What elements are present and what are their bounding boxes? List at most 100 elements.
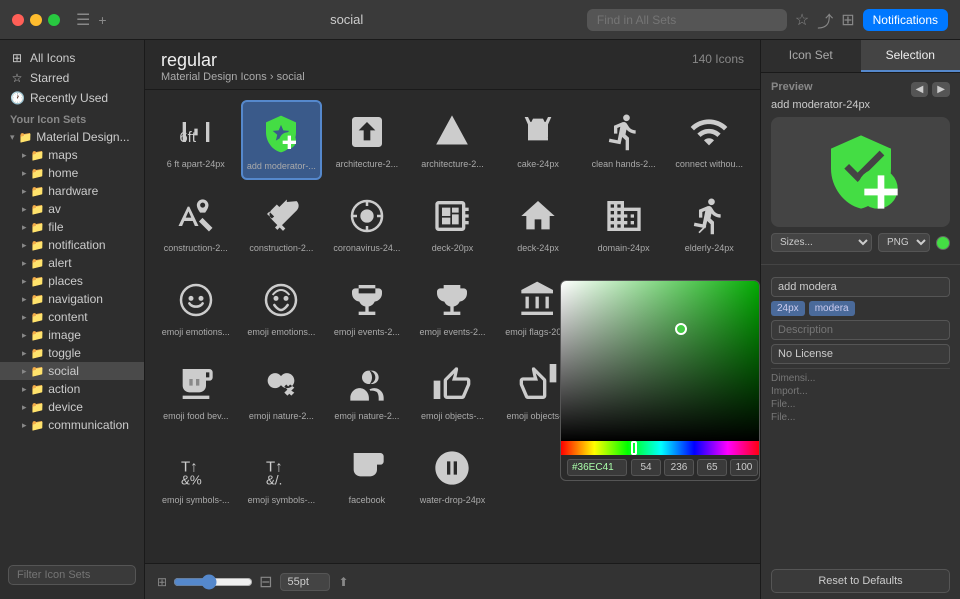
minimize-button[interactable] <box>30 14 42 26</box>
list-item[interactable]: deck-24px <box>497 184 579 264</box>
sidebar-folder-hardware[interactable]: ▸ 📁 hardware <box>0 182 144 200</box>
folder-icon: 📁 <box>31 221 45 234</box>
red-input[interactable] <box>631 459 661 476</box>
sidebar-folder-notification[interactable]: ▸ 📁 notification <box>0 236 144 254</box>
titlebar-right: ☆ ⤴ ⊞ Notifications <box>795 8 948 32</box>
tab-icon-set[interactable]: Icon Set <box>761 40 861 72</box>
list-item[interactable]: facebook <box>326 436 408 516</box>
maximize-button[interactable] <box>48 14 60 26</box>
sidebar-folder-file[interactable]: ▸ 📁 file <box>0 218 144 236</box>
list-item[interactable]: emoji nature-2... <box>241 352 323 432</box>
folder-label-content: content <box>48 310 87 324</box>
alpha-input[interactable] <box>730 459 758 476</box>
sizes-select[interactable]: Sizes... <box>771 233 872 252</box>
list-item[interactable]: construction-2... <box>241 184 323 264</box>
sidebar-folder-social[interactable]: ▸ 📁 social <box>0 362 144 380</box>
sidebar-folder-av[interactable]: ▸ 📁 av <box>0 200 144 218</box>
sidebar-folder-communication[interactable]: ▸ 📁 communication <box>0 416 144 434</box>
preview-next-btn[interactable]: ▶ <box>932 82 950 97</box>
chevron-right-icon: ▸ <box>22 402 27 413</box>
filter-icon-sets-input[interactable] <box>8 565 136 585</box>
sidebar-folder-action[interactable]: ▸ 📁 action <box>0 380 144 398</box>
list-item[interactable]: 6ft 6 ft apart-24px <box>155 100 237 180</box>
list-item[interactable]: architecture-2... <box>412 100 494 180</box>
tab-selection[interactable]: Selection <box>861 40 960 72</box>
sidebar-item-starred[interactable]: ☆ Starred <box>0 68 144 88</box>
sidebar-folder-toggle[interactable]: ▸ 📁 toggle <box>0 344 144 362</box>
hex-input[interactable] <box>567 459 627 476</box>
folder-icon: 📁 <box>31 149 45 162</box>
list-item[interactable]: emoji objects-... <box>412 352 494 432</box>
plus-icon[interactable]: + <box>98 12 106 28</box>
sidebar-folder-places[interactable]: ▸ 📁 places <box>0 272 144 290</box>
sidebar-folder-maps[interactable]: ▸ 📁 maps <box>0 146 144 164</box>
list-item[interactable]: coronavirus-24... <box>326 184 408 264</box>
list-item[interactable]: construction-2... <box>155 184 237 264</box>
sidebar-label-recently-used: Recently Used <box>30 91 108 105</box>
size-up-icon[interactable]: ⬆ <box>338 575 348 589</box>
icon-name-input[interactable] <box>771 277 950 297</box>
sidebar-folder-content[interactable]: ▸ 📁 content <box>0 308 144 326</box>
sidebar-folder-material-design[interactable]: ▾ 📁 Material Design... <box>0 128 144 146</box>
sidebar-folder-image[interactable]: ▸ 📁 image <box>0 326 144 344</box>
sidebar-label-all-icons: All Icons <box>30 51 75 65</box>
description-input[interactable] <box>771 320 950 340</box>
svg-text:&/.: &/. <box>266 473 282 488</box>
close-button[interactable] <box>12 14 24 26</box>
list-item[interactable]: emoji emotions... <box>241 268 323 348</box>
icon-preview <box>343 444 391 492</box>
sidebar-folder-home[interactable]: ▸ 📁 home <box>0 164 144 182</box>
format-select[interactable]: PNG SVG <box>878 233 930 252</box>
reset-defaults-button[interactable]: Reset to Defaults <box>771 569 950 593</box>
breadcrumb-social: social <box>277 71 305 83</box>
global-search-input[interactable] <box>587 9 787 31</box>
titlebar: ☰ + social ☆ ⤴ ⊞ Notifications <box>0 0 960 40</box>
share-icon[interactable]: ⤴ <box>817 8 833 32</box>
list-item[interactable]: water-drop-24px <box>412 436 494 516</box>
folder-label-toggle: toggle <box>48 346 81 360</box>
list-item[interactable]: clean hands-2... <box>583 100 665 180</box>
license-button[interactable]: No License <box>771 344 950 364</box>
color-canvas[interactable] <box>561 281 760 441</box>
sidebar-folder-alert[interactable]: ▸ 📁 alert <box>0 254 144 272</box>
grid-size-slider[interactable] <box>173 574 253 590</box>
sidebar-item-recently-used[interactable]: 🕐 Recently Used <box>0 88 144 108</box>
sidebar-folder-device[interactable]: ▸ 📁 device <box>0 398 144 416</box>
icon-label: emoji nature-2... <box>334 411 399 422</box>
file1-label: File... <box>771 399 841 410</box>
list-item[interactable]: domain-24px <box>583 184 665 264</box>
layout-icon[interactable]: ⊞ <box>841 10 854 30</box>
list-item[interactable]: elderly-24px <box>668 184 750 264</box>
blue-input[interactable] <box>697 459 727 476</box>
list-item[interactable]: emoji events-2... <box>412 268 494 348</box>
list-item[interactable]: emoji emotions... <box>155 268 237 348</box>
green-input[interactable] <box>664 459 694 476</box>
list-item[interactable]: emoji events-2... <box>326 268 408 348</box>
list-item[interactable]: cake-24px <box>497 100 579 180</box>
icon-preview <box>685 192 733 240</box>
icon-preview <box>428 360 476 408</box>
list-item[interactable]: emoji food bev... <box>155 352 237 432</box>
size-pt-input[interactable] <box>280 573 330 591</box>
sidebar-toggle[interactable]: ☰ <box>76 10 90 30</box>
hue-bar[interactable] <box>561 441 760 455</box>
notifications-button[interactable]: Notifications <box>863 9 948 31</box>
preview-prev-btn[interactable]: ◀ <box>911 82 929 97</box>
sidebar-folder-navigation[interactable]: ▸ 📁 navigation <box>0 290 144 308</box>
color-swatch[interactable] <box>936 236 950 250</box>
list-item[interactable]: T↑ &/. emoji symbols-... <box>241 436 323 516</box>
sidebar-item-all-icons[interactable]: ⊞ All Icons <box>0 48 144 68</box>
icon-preview: 6ft <box>172 108 220 156</box>
list-item[interactable]: connect withou... <box>668 100 750 180</box>
list-item[interactable]: T↑ &% emoji symbols-... <box>155 436 237 516</box>
list-item[interactable]: emoji nature-2... <box>326 352 408 432</box>
icon-label: domain-24px <box>598 243 650 254</box>
icon-preview <box>514 108 562 156</box>
list-item[interactable]: add moderator-... <box>241 100 323 180</box>
traffic-lights <box>12 14 60 26</box>
list-item[interactable]: deck-20px <box>412 184 494 264</box>
favorite-icon[interactable]: ☆ <box>795 10 809 30</box>
color-cursor[interactable] <box>675 323 687 335</box>
list-item[interactable]: architecture-2... <box>326 100 408 180</box>
hue-cursor[interactable] <box>631 441 637 455</box>
